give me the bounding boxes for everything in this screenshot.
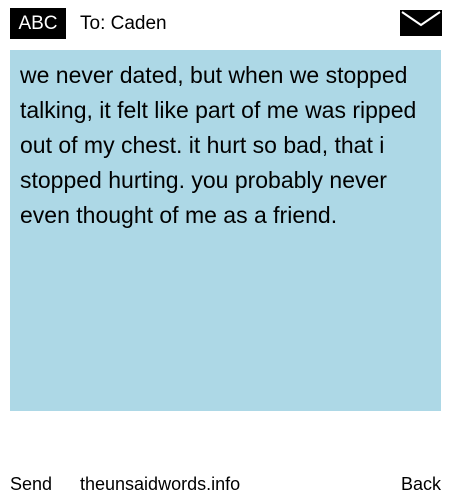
back-button[interactable]: Back xyxy=(401,470,441,498)
phone-screen: ABC To: Caden we never dated, but when w… xyxy=(0,0,450,500)
input-mode-indicator: ABC xyxy=(10,8,66,39)
message-text: we never dated, but when we stopped talk… xyxy=(20,62,423,228)
message-header: ABC To: Caden xyxy=(0,0,450,44)
recipient-label: To: Caden xyxy=(80,13,167,34)
send-button[interactable]: Send xyxy=(10,470,52,498)
message-body-area[interactable]: we never dated, but when we stopped talk… xyxy=(10,50,441,411)
site-label: theunsaidwords.info xyxy=(80,474,241,494)
softkey-bar: Send theunsaidwords.info Back xyxy=(0,470,450,498)
envelope-icon xyxy=(400,10,442,36)
